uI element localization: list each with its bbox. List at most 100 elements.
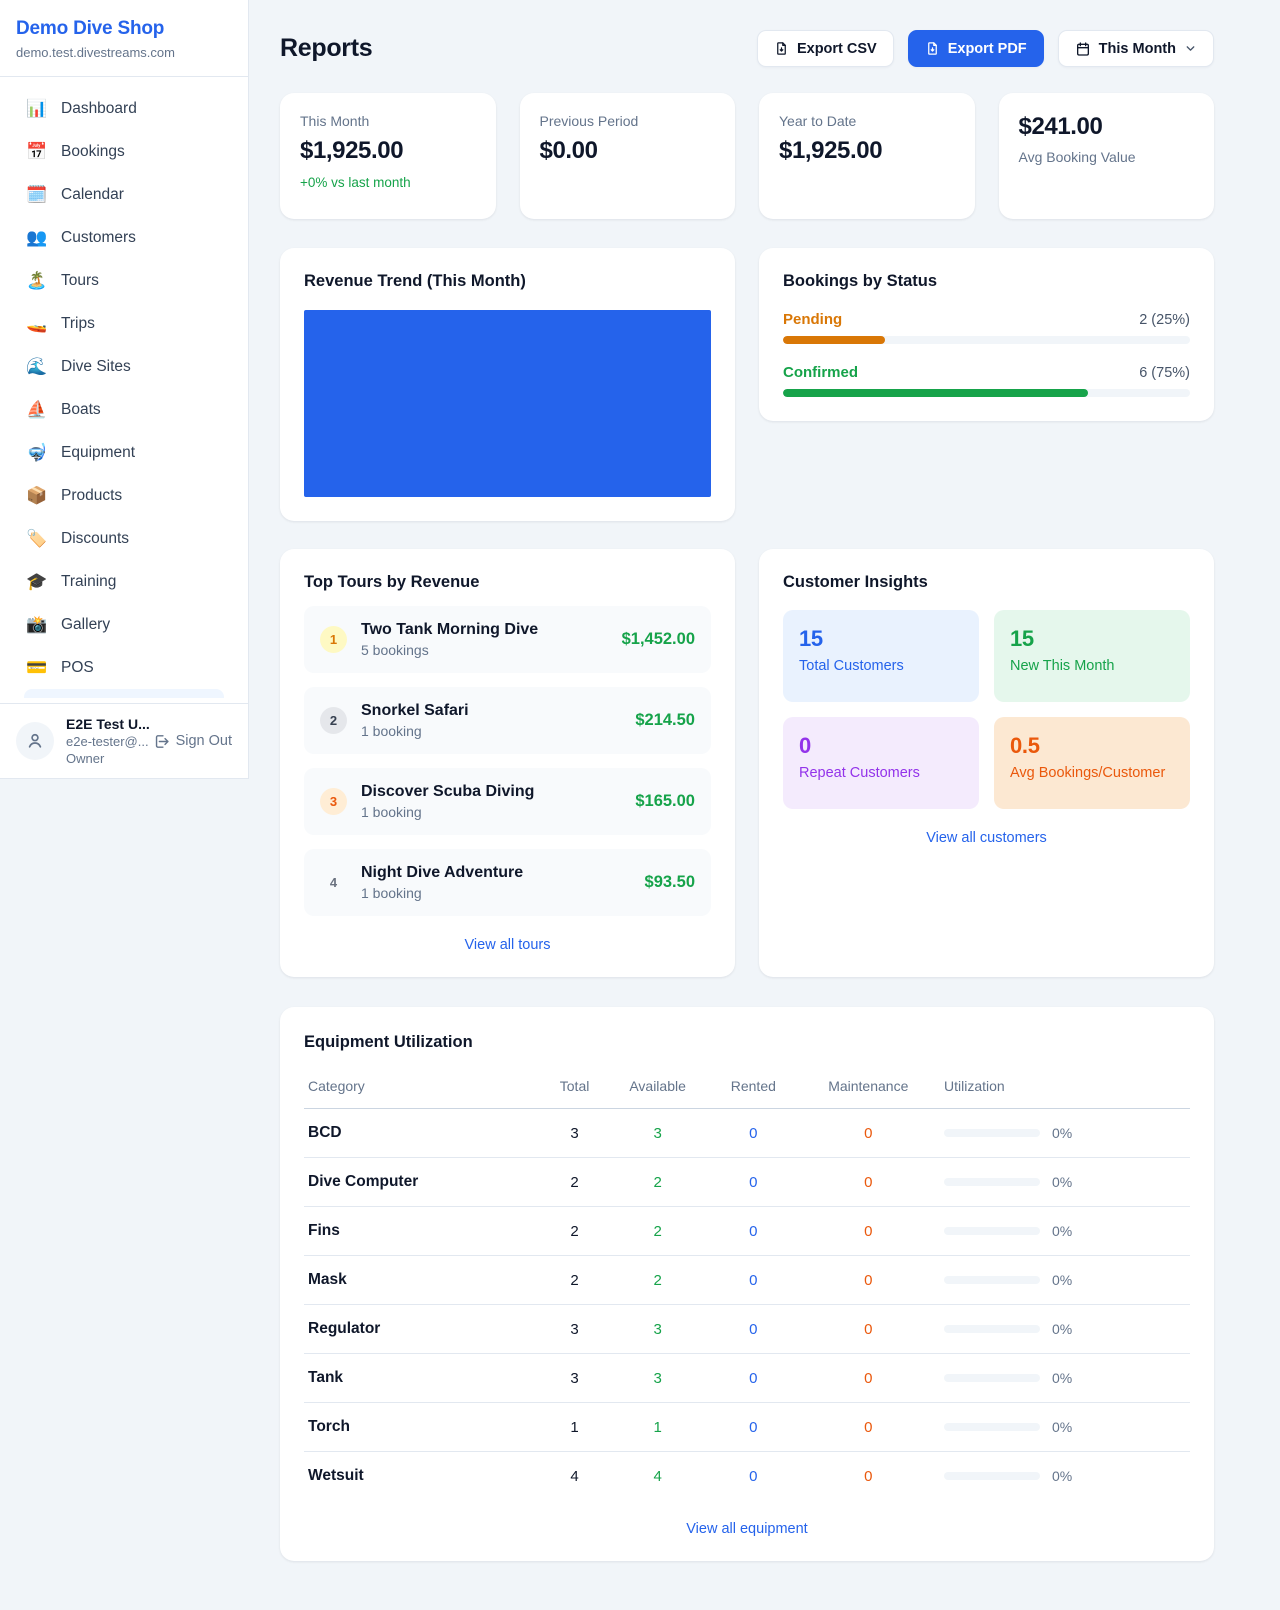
- rank-badge: 1: [320, 626, 347, 653]
- pending-label: Pending: [783, 311, 842, 328]
- pending-bar-track: [783, 336, 1190, 344]
- tag-icon: 🏷️: [26, 530, 46, 547]
- file-icon: [925, 41, 940, 56]
- sidebar-item-customers[interactable]: 👥 Customers: [12, 216, 236, 259]
- shop-name: Demo Dive Shop: [16, 18, 228, 40]
- tour-row[interactable]: 1 Two Tank Morning Dive 5 bookings $1,45…: [304, 606, 711, 673]
- confirmed-bar-track: [783, 389, 1190, 397]
- table-header-row: Category Total Available Rented Maintena…: [304, 1070, 1190, 1109]
- page-title: Reports: [280, 34, 372, 63]
- insight-new-this-month: 15 New This Month: [994, 610, 1190, 702]
- sidebar-nav: 📊 Dashboard 📅 Bookings 🗓️ Calendar 👥 Cus…: [0, 77, 248, 698]
- calendar-outline-icon: [1075, 41, 1091, 57]
- tour-bookings: 1 booking: [361, 723, 621, 739]
- sidebar-item-training[interactable]: 🎓 Training: [12, 560, 236, 603]
- tour-bookings: 5 bookings: [361, 642, 608, 658]
- sidebar-item-boats[interactable]: ⛵ Boats: [12, 388, 236, 431]
- user-email: e2e-tester@...: [66, 734, 141, 749]
- table-row: Dive Computer 2 2 0 0 0%: [304, 1158, 1190, 1207]
- calendar-icon: 📅: [26, 143, 46, 160]
- table-row: Wetsuit 4 4 0 0 0%: [304, 1452, 1190, 1501]
- status-row: Confirmed 6 (75%): [783, 364, 1190, 381]
- sidebar-item-pos[interactable]: 💳 POS: [12, 646, 236, 689]
- utilization-bar: [944, 1227, 1040, 1235]
- sidebar-item-tours[interactable]: 🏝️ Tours: [12, 259, 236, 302]
- brand: Demo Dive Shop demo.test.divestreams.com: [0, 0, 248, 77]
- table-row: Fins 2 2 0 0 0%: [304, 1207, 1190, 1256]
- rank-badge: 2: [320, 707, 347, 734]
- equipment-utilization-title: Equipment Utilization: [304, 1033, 1190, 1052]
- view-all-customers-link[interactable]: View all customers: [783, 830, 1190, 846]
- stat-card-avg-booking-value: $241.00 Avg Booking Value: [999, 93, 1215, 219]
- utilization-bar: [944, 1276, 1040, 1284]
- tour-name: Snorkel Safari: [361, 702, 621, 720]
- sidebar-item-trips[interactable]: 🚤 Trips: [12, 302, 236, 345]
- chevron-down-icon: [1184, 42, 1197, 55]
- utilization-bar: [944, 1129, 1040, 1137]
- user-footer: E2E Test U... e2e-tester@... Owner Sign …: [0, 703, 248, 778]
- sidebar-item-products[interactable]: 📦 Products: [12, 474, 236, 517]
- sign-out-button[interactable]: Sign Out: [153, 733, 234, 750]
- confirmed-bar-fill: [783, 389, 1088, 397]
- pending-bar-fill: [783, 336, 885, 344]
- equipment-utilization-card: Equipment Utilization Category Total Ava…: [280, 1007, 1214, 1561]
- tour-row[interactable]: 3 Discover Scuba Diving 1 booking $165.0…: [304, 768, 711, 835]
- tour-row[interactable]: 4 Night Dive Adventure 1 booking $93.50: [304, 849, 711, 916]
- charts-row: Revenue Trend (This Month) Bookings by S…: [280, 248, 1214, 521]
- tour-name: Discover Scuba Diving: [361, 783, 621, 801]
- confirmed-label: Confirmed: [783, 364, 858, 381]
- mid-row: Top Tours by Revenue 1 Two Tank Morning …: [280, 549, 1214, 977]
- avatar: [16, 722, 54, 760]
- spiral-calendar-icon: 🗓️: [26, 186, 46, 203]
- user-name: E2E Test U...: [66, 716, 141, 732]
- island-icon: 🏝️: [26, 272, 46, 289]
- tour-bookings: 1 booking: [361, 885, 631, 901]
- user-role: Owner: [66, 751, 141, 766]
- equipment-table: Category Total Available Rented Maintena…: [304, 1070, 1190, 1500]
- confirmed-count: 6 (75%): [1139, 365, 1190, 381]
- table-row: Mask 2 2 0 0 0%: [304, 1256, 1190, 1305]
- dive-mask-icon: 🤿: [26, 444, 46, 461]
- sidebar-item-discounts[interactable]: 🏷️ Discounts: [12, 517, 236, 560]
- wave-icon: 🌊: [26, 358, 46, 375]
- sidebar-item-calendar[interactable]: 🗓️ Calendar: [12, 173, 236, 216]
- sidebar-item-dive-sites[interactable]: 🌊 Dive Sites: [12, 345, 236, 388]
- graduation-cap-icon: 🎓: [26, 573, 46, 590]
- export-csv-button[interactable]: Export CSV: [757, 30, 894, 67]
- user-info: E2E Test U... e2e-tester@... Owner: [66, 716, 141, 766]
- sidebar-item-bookings[interactable]: 📅 Bookings: [12, 130, 236, 173]
- package-icon: 📦: [26, 487, 46, 504]
- export-pdf-button[interactable]: Export PDF: [908, 30, 1044, 67]
- top-tours-title: Top Tours by Revenue: [304, 573, 711, 592]
- stats-row: This Month $1,925.00 +0% vs last month P…: [280, 93, 1214, 219]
- table-row: Tank 3 3 0 0 0%: [304, 1354, 1190, 1403]
- utilization-bar: [944, 1325, 1040, 1333]
- table-row: Torch 1 1 0 0 0%: [304, 1403, 1190, 1452]
- bookings-by-status-card: Bookings by Status Pending 2 (25%) Confi…: [759, 248, 1214, 421]
- tour-revenue: $93.50: [645, 873, 695, 892]
- sidebar: Demo Dive Shop demo.test.divestreams.com…: [0, 0, 249, 779]
- revenue-trend-card: Revenue Trend (This Month): [280, 248, 735, 521]
- rank-badge: 3: [320, 788, 347, 815]
- period-select[interactable]: This Month: [1058, 30, 1214, 67]
- bar-chart-icon: 📊: [26, 100, 46, 117]
- table-row: Regulator 3 3 0 0 0%: [304, 1305, 1190, 1354]
- sidebar-item-reports-partial[interactable]: [24, 689, 224, 698]
- page-header: Reports Export CSV Export PDF This Month: [280, 30, 1214, 67]
- pending-count: 2 (25%): [1139, 312, 1190, 328]
- revenue-trend-title: Revenue Trend (This Month): [304, 272, 711, 291]
- insight-avg-bookings-customer: 0.5 Avg Bookings/Customer: [994, 717, 1190, 809]
- tour-name: Two Tank Morning Dive: [361, 621, 608, 639]
- top-tours-card: Top Tours by Revenue 1 Two Tank Morning …: [280, 549, 735, 977]
- sidebar-item-dashboard[interactable]: 📊 Dashboard: [12, 87, 236, 130]
- view-all-equipment-link[interactable]: View all equipment: [304, 1521, 1190, 1537]
- tour-revenue: $165.00: [635, 792, 695, 811]
- stat-card-previous-period: Previous Period $0.00: [520, 93, 736, 219]
- view-all-tours-link[interactable]: View all tours: [304, 937, 711, 953]
- sidebar-item-equipment[interactable]: 🤿 Equipment: [12, 431, 236, 474]
- person-icon: [25, 731, 45, 751]
- status-row: Pending 2 (25%): [783, 311, 1190, 328]
- sidebar-item-gallery[interactable]: 📸 Gallery: [12, 603, 236, 646]
- tour-row[interactable]: 2 Snorkel Safari 1 booking $214.50: [304, 687, 711, 754]
- utilization-bar: [944, 1472, 1040, 1480]
